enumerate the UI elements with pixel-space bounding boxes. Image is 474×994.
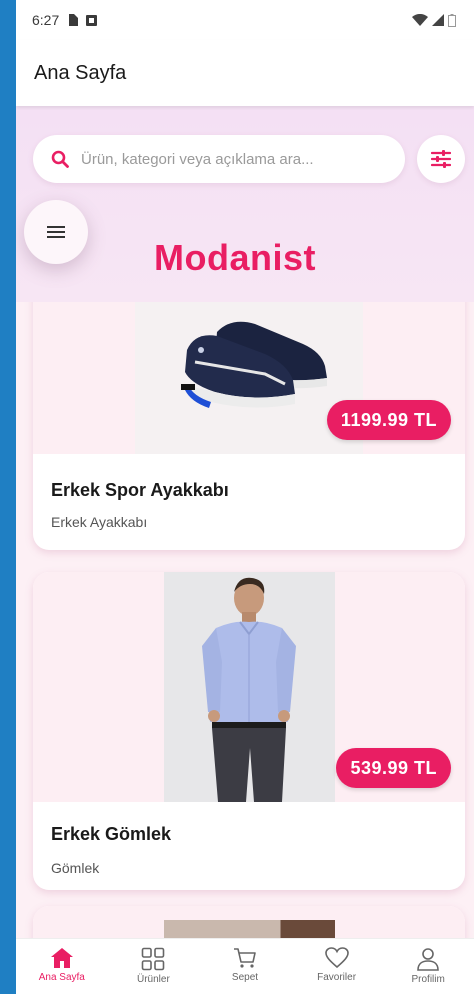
product-image-area [33,906,465,938]
nav-home[interactable]: Ana Sayfa [17,939,107,983]
filter-icon [431,150,451,168]
nav-cart[interactable]: Sepet [200,939,290,983]
price-badge: 539.99 TL [336,748,451,788]
product-category: Gömlek [51,860,100,876]
phone-screen: 6:27 Ana Sayfa Ürün, kategori veya açıkl… [16,0,474,994]
brand-title: Modanist [154,237,316,278]
product-card[interactable]: 1199.99 TL Erkek Spor Ayakkabı Erkek Aya… [33,302,465,550]
battery-icon [448,13,456,27]
nav-favorites[interactable]: Favoriler [292,939,382,983]
grid-icon [142,947,165,971]
search-box[interactable] [33,135,405,183]
status-bar: 6:27 [16,0,474,40]
product-image [135,302,363,454]
nav-label: Ana Sayfa [38,972,85,983]
nav-products[interactable]: Ürünler [108,939,198,985]
nav-label: Sepet [231,972,259,983]
header-area: Modanist [16,106,474,302]
home-icon [50,948,73,968]
search-input[interactable] [81,150,381,168]
product-card[interactable] [33,906,465,938]
app-bar: Ana Sayfa [16,40,474,106]
product-name: Erkek Gömlek [51,824,172,844]
status-time: 6:27 [32,12,60,28]
product-image-area: 1199.99 TL [33,302,465,454]
nav-label: Favoriler [317,972,357,983]
sneaker-image [181,321,327,408]
notification-icon [86,14,98,26]
nav-label: Ürünler [136,974,170,985]
signal-icon [432,14,444,26]
user-icon [417,948,439,971]
menu-icon [47,226,65,238]
heart-icon [324,947,349,969]
shirt-model-image [202,577,296,802]
product-list[interactable]: 1199.99 TL Erkek Spor Ayakkabı Erkek Aya… [16,302,474,938]
product-card[interactable]: 539.99 TL Erkek Gömlek Gömlek [33,572,465,890]
product-image-area: 539.99 TL [33,572,465,802]
cart-icon [233,948,256,968]
price-badge: 1199.99 TL [326,400,451,440]
page-title: Ana Sayfa [34,61,127,84]
nav-label: Profilim [411,974,445,985]
product-image [164,572,335,802]
filter-button[interactable] [417,135,465,183]
product-name: Erkek Spor Ayakkabı [51,480,229,500]
sim-icon [69,14,79,26]
bottom-nav: Ana Sayfa Ürünler Sepet Favoriler Profil… [16,938,474,994]
wifi-icon [412,14,428,26]
search-icon [51,150,69,168]
menu-button[interactable] [24,200,88,264]
product-category: Erkek Ayakkabı [51,514,148,530]
product-image [164,920,335,938]
nav-profile[interactable]: Profilim [383,939,473,985]
